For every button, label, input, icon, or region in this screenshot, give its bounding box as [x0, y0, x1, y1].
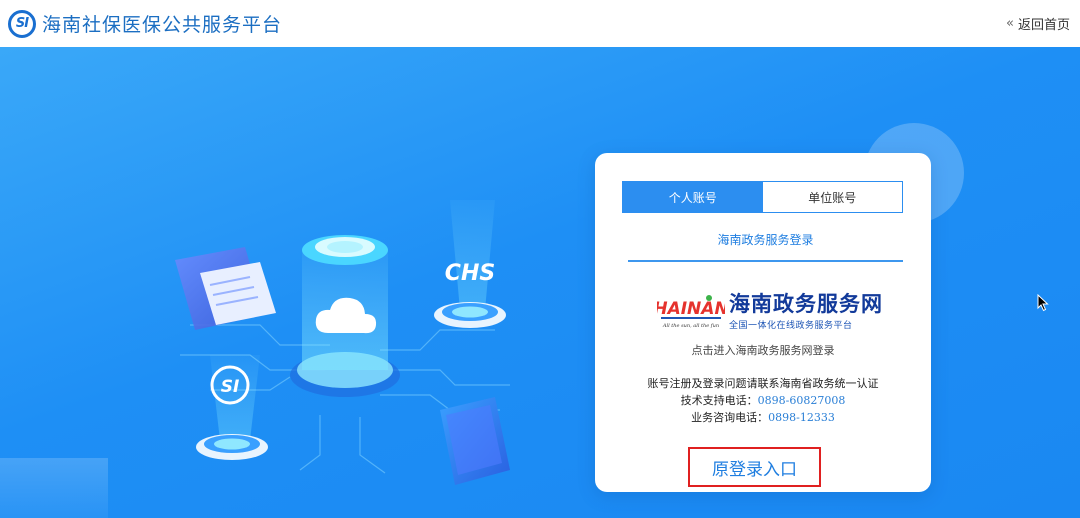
svg-text:CHS: CHS — [445, 261, 495, 286]
legacy-login-button[interactable]: 原登录入口 — [688, 447, 821, 487]
si-logo-icon: SI — [8, 9, 36, 38]
site-title: 海南社保医保公共服务平台 — [42, 14, 283, 36]
tech-support-label: 技术支持电话： — [680, 394, 758, 407]
tab-personal-account[interactable]: 个人账号 — [623, 182, 763, 212]
support-info-line: 账号注册及登录问题请联系海南省政务统一认证 — [647, 377, 879, 390]
account-type-tabs: 个人账号 单位账号 — [622, 181, 903, 213]
tab-hainan-gov-login[interactable]: 海南政务服务登录 — [628, 231, 903, 262]
hainan-gov-portal-link[interactable]: HAINAN All the sun, all the fun 海南政务服务网 … — [657, 293, 883, 331]
hainan-logo-icon: HAINAN All the sun, all the fun — [657, 295, 725, 329]
back-home-link[interactable]: « 返回首页 — [1006, 14, 1072, 33]
double-chevron-left-icon: « — [1006, 16, 1014, 31]
tab-organization-account[interactable]: 单位账号 — [762, 182, 902, 212]
top-header: SI 海南社保医保公共服务平台 « 返回首页 — [0, 0, 1080, 47]
tech-support-line: 技术支持电话：0898-60827008 — [595, 392, 931, 409]
mouse-cursor-icon — [1037, 294, 1049, 312]
document-panel — [175, 247, 276, 330]
decorative-block — [0, 458, 108, 518]
si-node: SI — [196, 355, 268, 460]
business-consult-phone: 0898-12333 — [768, 411, 835, 424]
svg-text:HAINAN: HAINAN — [657, 299, 725, 319]
portal-login-hint: 点击进入海南政务服务网登录 — [691, 344, 835, 357]
svg-text:All the sun, all the fun: All the sun, all the fun — [662, 323, 719, 329]
login-card: 个人账号 单位账号 海南政务服务登录 HAINAN All the sun, a… — [595, 153, 931, 492]
business-consult-label: 业务咨询电话： — [691, 411, 769, 424]
central-cloud-cylinder — [290, 235, 400, 397]
business-consult-line: 业务咨询电话：0898-12333 — [595, 409, 931, 426]
svg-text:SI: SI — [221, 377, 240, 397]
portal-name: 海南政务服务网 — [729, 292, 883, 316]
chs-node: CHS — [434, 200, 506, 328]
cloud-platform-illustration: CHS SI — [175, 200, 510, 485]
tech-support-phone: 0898-60827008 — [757, 394, 846, 407]
back-home-label: 返回首页 — [1017, 18, 1070, 33]
brand[interactable]: SI 海南社保医保公共服务平台 — [8, 9, 283, 38]
support-info: 账号注册及登录问题请联系海南省政务统一认证 技术支持电话：0898-608270… — [595, 375, 931, 426]
portal-subtitle: 全国一体化在线政务服务平台 — [729, 321, 853, 331]
